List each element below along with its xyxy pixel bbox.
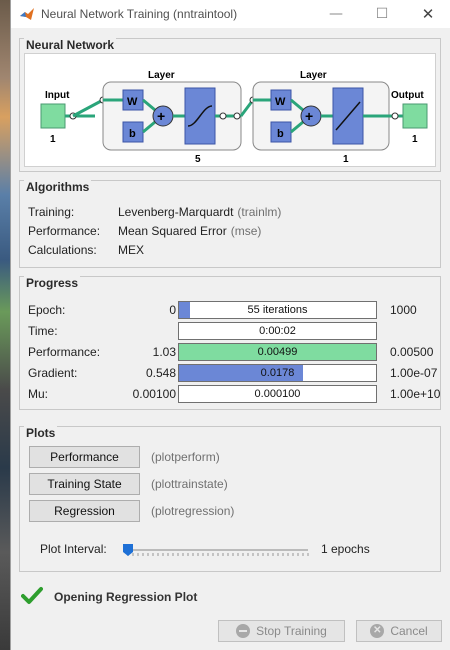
gradient-label: Gradient: — [28, 366, 78, 380]
perf-value: 0.00499 — [257, 346, 298, 358]
progress-row-mu: Mu: 0.00100 0.000100 1.00e+10 — [28, 385, 440, 403]
performance-fn: (mse) — [230, 224, 262, 238]
cancel-icon: ✕ — [370, 624, 385, 638]
progress-title: Progress — [24, 276, 81, 290]
matlab-icon — [20, 8, 34, 20]
training-fn: (trainlm) — [237, 205, 282, 219]
calculations-label: Calculations: — [28, 243, 97, 257]
algorithms-panel: Algorithms Training: Levenberg-Marquardt… — [19, 180, 441, 268]
cancel-label: Cancel — [390, 624, 428, 638]
progress-row-gradient: Gradient: 0.548 0.0178 1.00e-07 — [28, 364, 438, 382]
output-size: 1 — [412, 134, 418, 145]
input-size: 1 — [50, 134, 56, 145]
input-node — [40, 103, 66, 129]
training-value: Levenberg-Marquardt — [118, 205, 234, 219]
stop-training-button[interactable]: Stop Training — [218, 620, 345, 642]
plot-interval-value: 1 epochs — [321, 542, 370, 556]
perf-min: 1.03 — [152, 345, 176, 359]
cancel-button[interactable]: ✕ Cancel — [356, 620, 442, 642]
output-layer-size: 1 — [343, 154, 349, 165]
mu-value: 0.000100 — [254, 388, 301, 400]
stop-icon — [236, 624, 251, 638]
perf-bar: 0.00499 — [178, 343, 377, 361]
mu-min: 0.00100 — [132, 387, 176, 401]
output-layer-label: Layer — [300, 70, 327, 81]
training-label: Training: — [28, 205, 75, 219]
progress-row-epoch: Epoch: 0 55 iterations 1000 — [28, 301, 434, 319]
neural-network-panel: Neural Network Input 1 Layer W b + 5 Lay… — [19, 38, 441, 172]
plot-interval-label: Plot Interval: — [40, 542, 107, 556]
mu-label: Mu: — [28, 387, 49, 401]
plot-performance-fn: (plotperform) — [151, 450, 220, 464]
gradient-bar: 0.0178 — [178, 364, 377, 382]
mu-max: 1.00e+10 — [390, 387, 441, 401]
output-bias-label: b — [277, 128, 284, 140]
epoch-bar: 55 iterations — [178, 301, 377, 319]
epoch-min: 0 — [169, 303, 176, 317]
progress-row-performance: Performance: 1.03 0.00499 0.00500 — [28, 343, 434, 361]
hidden-layer-label: Layer — [148, 70, 175, 81]
input-label: Input — [45, 90, 70, 101]
hidden-weight-label: W — [127, 96, 138, 108]
stop-training-label: Stop Training — [256, 624, 327, 638]
gradient-min: 0.548 — [145, 366, 176, 380]
plot-training-state-fn: (plottrainstate) — [151, 477, 228, 491]
neural-network-title: Neural Network — [24, 38, 117, 52]
gradient-value: 0.0178 — [260, 367, 295, 379]
network-diagram: Input 1 Layer W b + 5 Layer W b + 1 Outp… — [24, 53, 436, 167]
time-label: Time: — [28, 324, 58, 338]
time-value: 0:00:02 — [259, 325, 296, 337]
hidden-size: 5 — [195, 154, 201, 165]
performance-label: Performance: — [28, 224, 101, 238]
close-button[interactable]: ✕ — [405, 0, 450, 28]
epoch-value: 55 iterations — [247, 304, 308, 316]
title-bar[interactable]: Neural Network Training (nntraintool) — … — [11, 0, 450, 28]
perf-label: Performance: — [28, 345, 101, 359]
perf-max: 0.00500 — [390, 345, 434, 359]
status-text: Opening Regression Plot — [54, 590, 198, 604]
output-node — [402, 103, 428, 129]
svg-text:+: + — [305, 108, 313, 124]
desktop-background-strip — [0, 0, 10, 650]
algorithms-title: Algorithms — [24, 180, 92, 194]
slider-thumb[interactable] — [123, 544, 133, 556]
plot-regression-fn: (plotregression) — [151, 504, 235, 518]
minimize-button[interactable]: — — [313, 0, 359, 28]
progress-panel: Progress Epoch: 0 55 iterations 1000 Tim… — [19, 276, 441, 410]
gradient-max: 1.00e-07 — [390, 366, 438, 380]
plot-regression-button[interactable]: Regression — [29, 500, 140, 522]
plot-training-state-button[interactable]: Training State — [29, 473, 140, 495]
checkmark-icon — [21, 587, 43, 604]
calculations-value: MEX — [118, 243, 145, 257]
mu-bar: 0.000100 — [178, 385, 377, 403]
plot-interval-slider[interactable] — [123, 544, 310, 556]
time-bar: 0:00:02 — [178, 322, 377, 340]
output-label: Output — [391, 90, 424, 101]
svg-text:+: + — [157, 108, 165, 124]
nntraintool-window: Neural Network Training (nntraintool) — … — [10, 0, 450, 650]
plot-performance-button[interactable]: Performance — [29, 446, 140, 468]
progress-row-time: Time: 0:00:02 — [28, 322, 434, 340]
output-weight-label: W — [275, 96, 286, 108]
plots-title: Plots — [24, 426, 58, 440]
window-title: Neural Network Training (nntraintool) — [41, 7, 238, 21]
epoch-max: 1000 — [390, 303, 417, 317]
hidden-bias-label: b — [129, 128, 136, 140]
performance-value: Mean Squared Error — [118, 224, 227, 238]
maximize-button[interactable]: ☐ — [359, 0, 405, 28]
epoch-label: Epoch: — [28, 303, 66, 317]
